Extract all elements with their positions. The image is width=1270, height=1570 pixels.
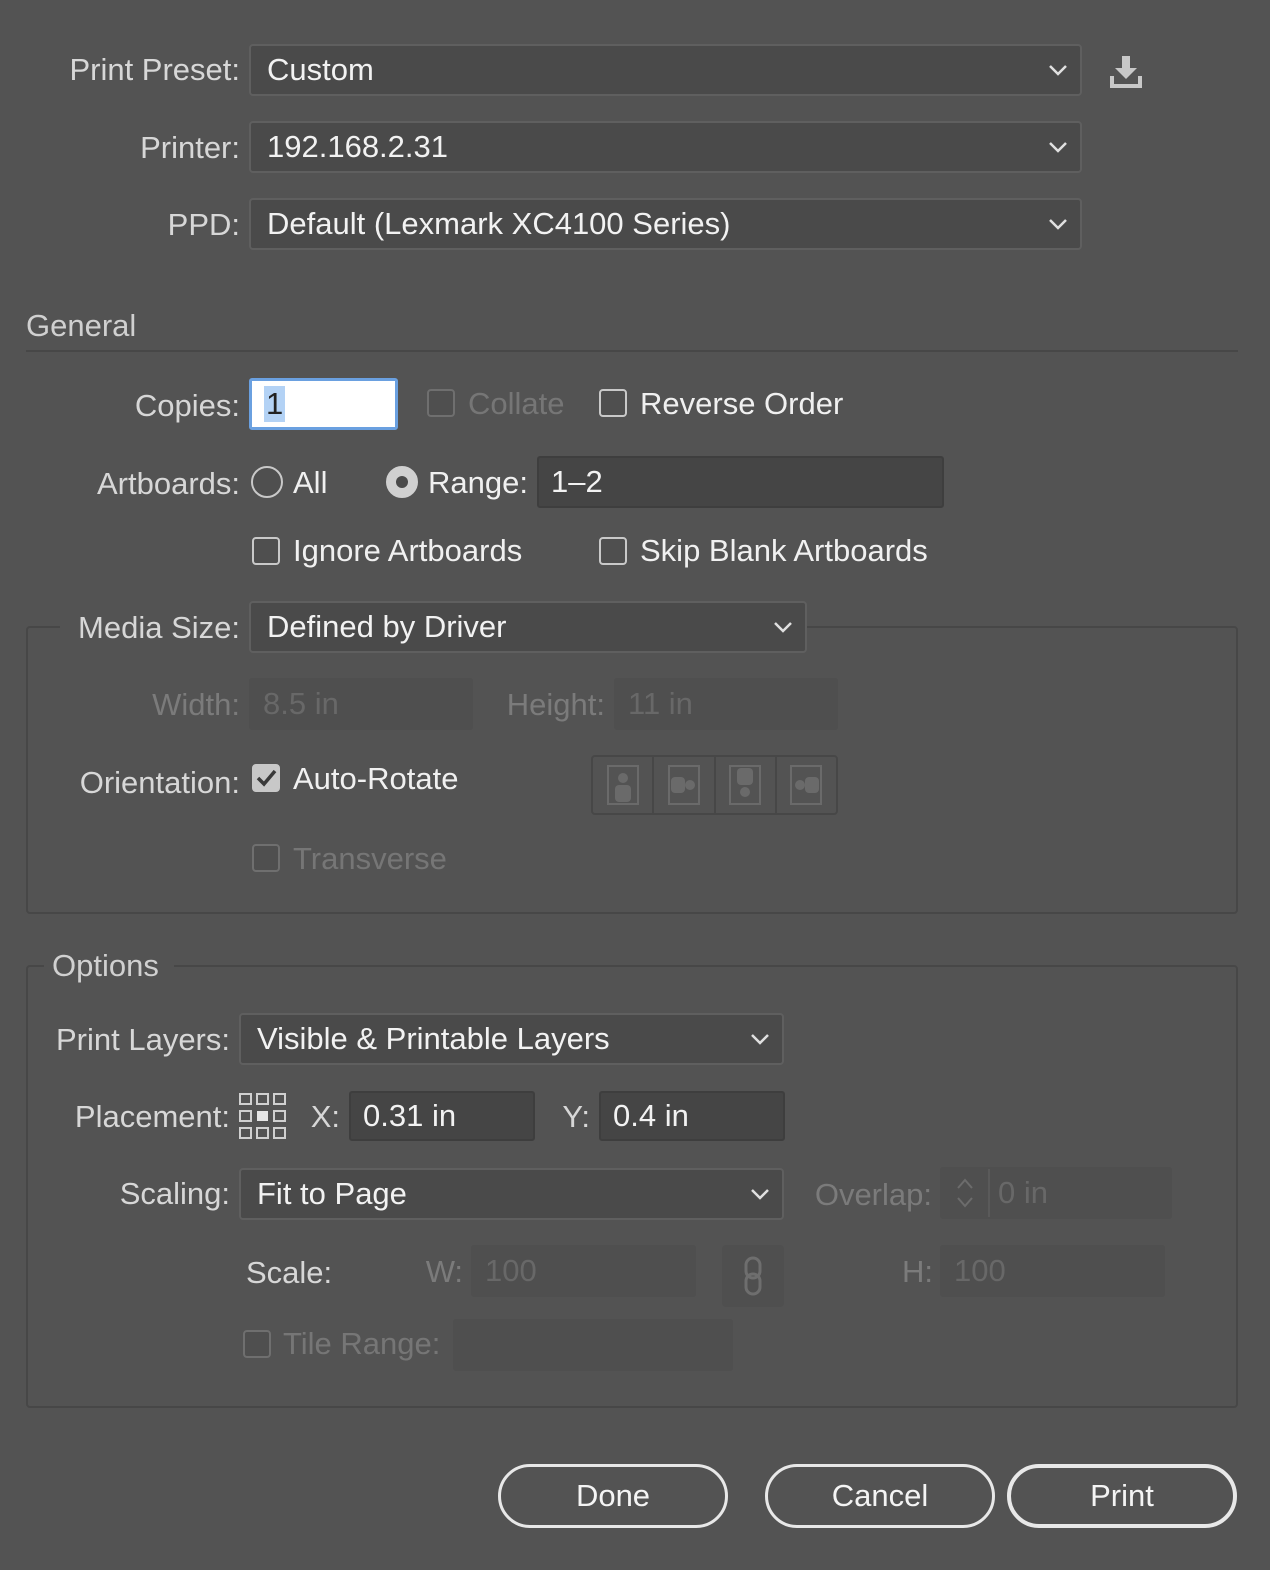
y-value: 0.4 in — [613, 1098, 689, 1133]
skip-blank-artboards-checkbox[interactable] — [599, 537, 627, 565]
artboards-all-radio[interactable] — [251, 466, 283, 498]
collate-label: Collate — [468, 386, 565, 421]
chevron-down-icon — [761, 621, 805, 633]
overlap-stepper[interactable]: 0 in — [940, 1167, 1172, 1219]
scale-w-label: W: — [425, 1254, 463, 1289]
width-input[interactable]: 8.5 in — [249, 678, 473, 730]
width-value: 8.5 in — [263, 686, 339, 721]
artboards-range-label: Range: — [428, 465, 528, 500]
range-value: 1–2 — [551, 464, 603, 499]
constrain-proportions-button[interactable] — [722, 1245, 784, 1307]
save-preset-icon[interactable] — [1106, 54, 1146, 90]
print-layers-select[interactable]: Visible & Printable Layers — [239, 1013, 784, 1065]
height-input[interactable]: 11 in — [614, 678, 838, 730]
scaling-select[interactable]: Fit to Page — [239, 1168, 784, 1220]
reverse-portrait-orientation-button[interactable] — [716, 757, 777, 813]
stepper-arrows-icon[interactable] — [942, 1169, 990, 1217]
scale-label: Scale: — [246, 1255, 333, 1290]
checkmark-icon — [256, 769, 277, 787]
done-button[interactable]: Done — [498, 1464, 728, 1528]
portrait-orientation-button[interactable] — [593, 757, 655, 813]
y-label: Y: — [562, 1099, 590, 1134]
auto-rotate-label: Auto-Rotate — [293, 761, 459, 796]
scale-w-input[interactable]: 100 — [471, 1245, 696, 1297]
chevron-down-icon — [738, 1033, 782, 1045]
x-label: X: — [310, 1099, 340, 1134]
media-size-select[interactable]: Defined by Driver — [249, 601, 807, 653]
orientation-buttons — [591, 755, 838, 815]
landscape-icon — [667, 765, 700, 805]
transverse-label: Transverse — [293, 841, 447, 876]
reverse-portrait-icon — [729, 765, 762, 805]
overlap-value: 0 in — [998, 1175, 1048, 1210]
scaling-label: Scaling: — [119, 1176, 230, 1211]
chevron-down-icon — [738, 1188, 782, 1200]
general-section-title: General — [26, 308, 137, 343]
tile-range-input[interactable] — [453, 1319, 733, 1371]
reverse-landscape-icon — [790, 765, 823, 805]
print-preset-value: Custom — [267, 52, 374, 87]
copies-label: Copies: — [134, 388, 240, 423]
ppd-select[interactable]: Default (Lexmark XC4100 Series) — [249, 198, 1082, 250]
orientation-label: Orientation: — [79, 765, 240, 800]
landscape-orientation-button[interactable] — [654, 757, 716, 813]
reverse-order-checkbox[interactable] — [599, 389, 627, 417]
ppd-value: Default (Lexmark XC4100 Series) — [267, 206, 731, 241]
height-value: 11 in — [628, 686, 693, 721]
artboards-all-label: All — [293, 465, 328, 500]
media-size-label: Media Size: — [78, 610, 240, 645]
tile-range-checkbox[interactable] — [243, 1330, 271, 1358]
placement-reference-point-icon[interactable] — [238, 1092, 288, 1140]
general-divider — [26, 350, 1238, 352]
tile-range-label: Tile Range: — [283, 1326, 441, 1361]
reverse-order-label: Reverse Order — [640, 386, 844, 421]
scale-w-value: 100 — [485, 1253, 537, 1288]
chevron-down-icon — [1036, 64, 1080, 76]
link-icon — [744, 1256, 762, 1296]
skip-blank-artboards-label: Skip Blank Artboards — [640, 533, 928, 568]
transverse-checkbox[interactable] — [252, 844, 280, 872]
printer-value: 192.168.2.31 — [267, 129, 449, 164]
options-section-title: Options — [52, 948, 159, 983]
cancel-button[interactable]: Cancel — [765, 1464, 995, 1528]
printer-label: Printer: — [140, 130, 240, 165]
scale-h-value: 100 — [954, 1253, 1006, 1288]
y-input[interactable]: 0.4 in — [599, 1091, 785, 1141]
scale-h-label: H: — [902, 1254, 933, 1289]
portrait-icon — [606, 765, 639, 805]
auto-rotate-checkbox[interactable] — [252, 764, 280, 792]
artboards-label: Artboards: — [96, 466, 240, 501]
printer-select[interactable]: 192.168.2.31 — [249, 121, 1082, 173]
print-layers-value: Visible & Printable Layers — [257, 1021, 610, 1056]
print-preset-select[interactable]: Custom — [249, 44, 1082, 96]
print-layers-label: Print Layers: — [55, 1022, 230, 1057]
chevron-down-icon — [1036, 218, 1080, 230]
artboards-range-radio[interactable] — [386, 466, 418, 498]
x-input[interactable]: 0.31 in — [349, 1091, 535, 1141]
scaling-value: Fit to Page — [257, 1176, 407, 1211]
chevron-down-icon — [1036, 141, 1080, 153]
scale-h-input[interactable]: 100 — [940, 1245, 1165, 1297]
print-preset-label: Print Preset: — [69, 52, 240, 87]
collate-checkbox[interactable] — [427, 389, 455, 417]
overlap-label: Overlap: — [814, 1177, 932, 1212]
media-size-value: Defined by Driver — [267, 609, 507, 644]
placement-label: Placement: — [74, 1099, 230, 1134]
ignore-artboards-label: Ignore Artboards — [293, 533, 523, 568]
range-input[interactable]: 1–2 — [537, 456, 944, 508]
print-button[interactable]: Print — [1007, 1464, 1237, 1528]
ppd-label: PPD: — [167, 207, 240, 242]
copies-input[interactable]: 1 — [249, 378, 398, 430]
copies-value: 1 — [264, 386, 286, 422]
width-label: Width: — [152, 687, 240, 722]
reverse-landscape-orientation-button[interactable] — [777, 757, 836, 813]
x-value: 0.31 in — [363, 1098, 457, 1133]
ignore-artboards-checkbox[interactable] — [252, 537, 280, 565]
height-label: Height: — [506, 687, 605, 722]
